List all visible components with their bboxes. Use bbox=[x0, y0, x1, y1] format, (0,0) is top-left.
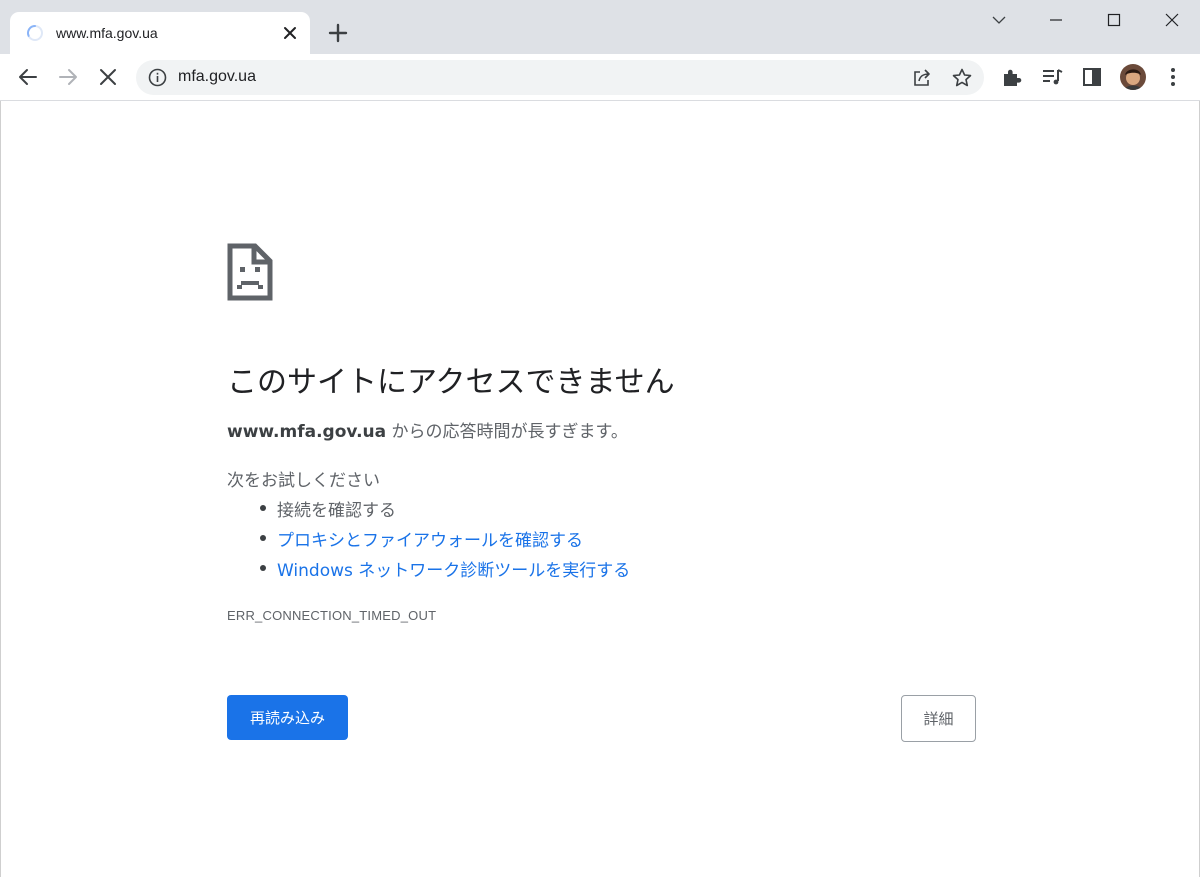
kebab-menu-icon[interactable] bbox=[1160, 64, 1186, 90]
url-text[interactable]: mfa.gov.ua bbox=[178, 68, 256, 86]
error-summary: www.mfa.gov.ua からの応答時間が長すぎます。 bbox=[227, 417, 628, 442]
suggestion-check-proxy-link[interactable]: プロキシとファイアウォールを確認する bbox=[259, 526, 630, 556]
chevron-down-icon[interactable] bbox=[984, 8, 1014, 32]
profile-photo-icon bbox=[1120, 64, 1146, 90]
details-button[interactable]: 詳細 bbox=[901, 695, 976, 742]
media-queue-icon[interactable] bbox=[1039, 64, 1065, 90]
plus-icon[interactable] bbox=[326, 21, 350, 45]
error-host: www.mfa.gov.ua bbox=[227, 422, 387, 442]
share-icon[interactable] bbox=[910, 66, 934, 90]
spinner-icon bbox=[27, 25, 43, 41]
error-heading: このサイトにアクセスできません bbox=[227, 365, 675, 400]
maximize-icon[interactable] bbox=[1099, 8, 1129, 32]
suggestion-check-connection: 接続を確認する bbox=[259, 496, 630, 526]
sad-page-icon bbox=[227, 243, 273, 301]
info-icon[interactable] bbox=[148, 68, 167, 87]
avatar[interactable] bbox=[1120, 64, 1146, 90]
suggestion-run-diagnostics-link[interactable]: Windows ネットワーク診断ツールを実行する bbox=[259, 556, 630, 586]
reload-button[interactable]: 再読み込み bbox=[227, 695, 348, 740]
window-close-icon[interactable] bbox=[1157, 8, 1187, 32]
error-summary-text: からの応答時間が長すぎます。 bbox=[386, 422, 628, 442]
tab-title: www.mfa.gov.ua bbox=[56, 25, 158, 41]
error-code: ERR_CONNECTION_TIMED_OUT bbox=[227, 608, 437, 623]
stop-icon[interactable] bbox=[95, 64, 121, 90]
browser-toolbar: mfa.gov.ua bbox=[0, 54, 1200, 101]
star-icon[interactable] bbox=[950, 66, 974, 90]
back-arrow-icon[interactable] bbox=[15, 64, 41, 90]
minimize-icon[interactable] bbox=[1041, 8, 1071, 32]
close-icon[interactable] bbox=[280, 23, 300, 43]
suggestions-list: 接続を確認する プロキシとファイアウォールを確認する Windows ネットワー… bbox=[259, 496, 630, 586]
error-page: このサイトにアクセスできません www.mfa.gov.ua からの応答時間が長… bbox=[0, 101, 1200, 877]
address-bar[interactable]: mfa.gov.ua bbox=[136, 60, 984, 95]
side-panel-icon[interactable] bbox=[1079, 64, 1105, 90]
tab-active[interactable]: www.mfa.gov.ua bbox=[10, 12, 310, 55]
suggestions-heading: 次をお試しください bbox=[227, 471, 380, 491]
tab-strip: www.mfa.gov.ua bbox=[0, 0, 1200, 55]
forward-arrow-icon[interactable] bbox=[55, 64, 81, 90]
puzzle-icon[interactable] bbox=[999, 64, 1025, 90]
